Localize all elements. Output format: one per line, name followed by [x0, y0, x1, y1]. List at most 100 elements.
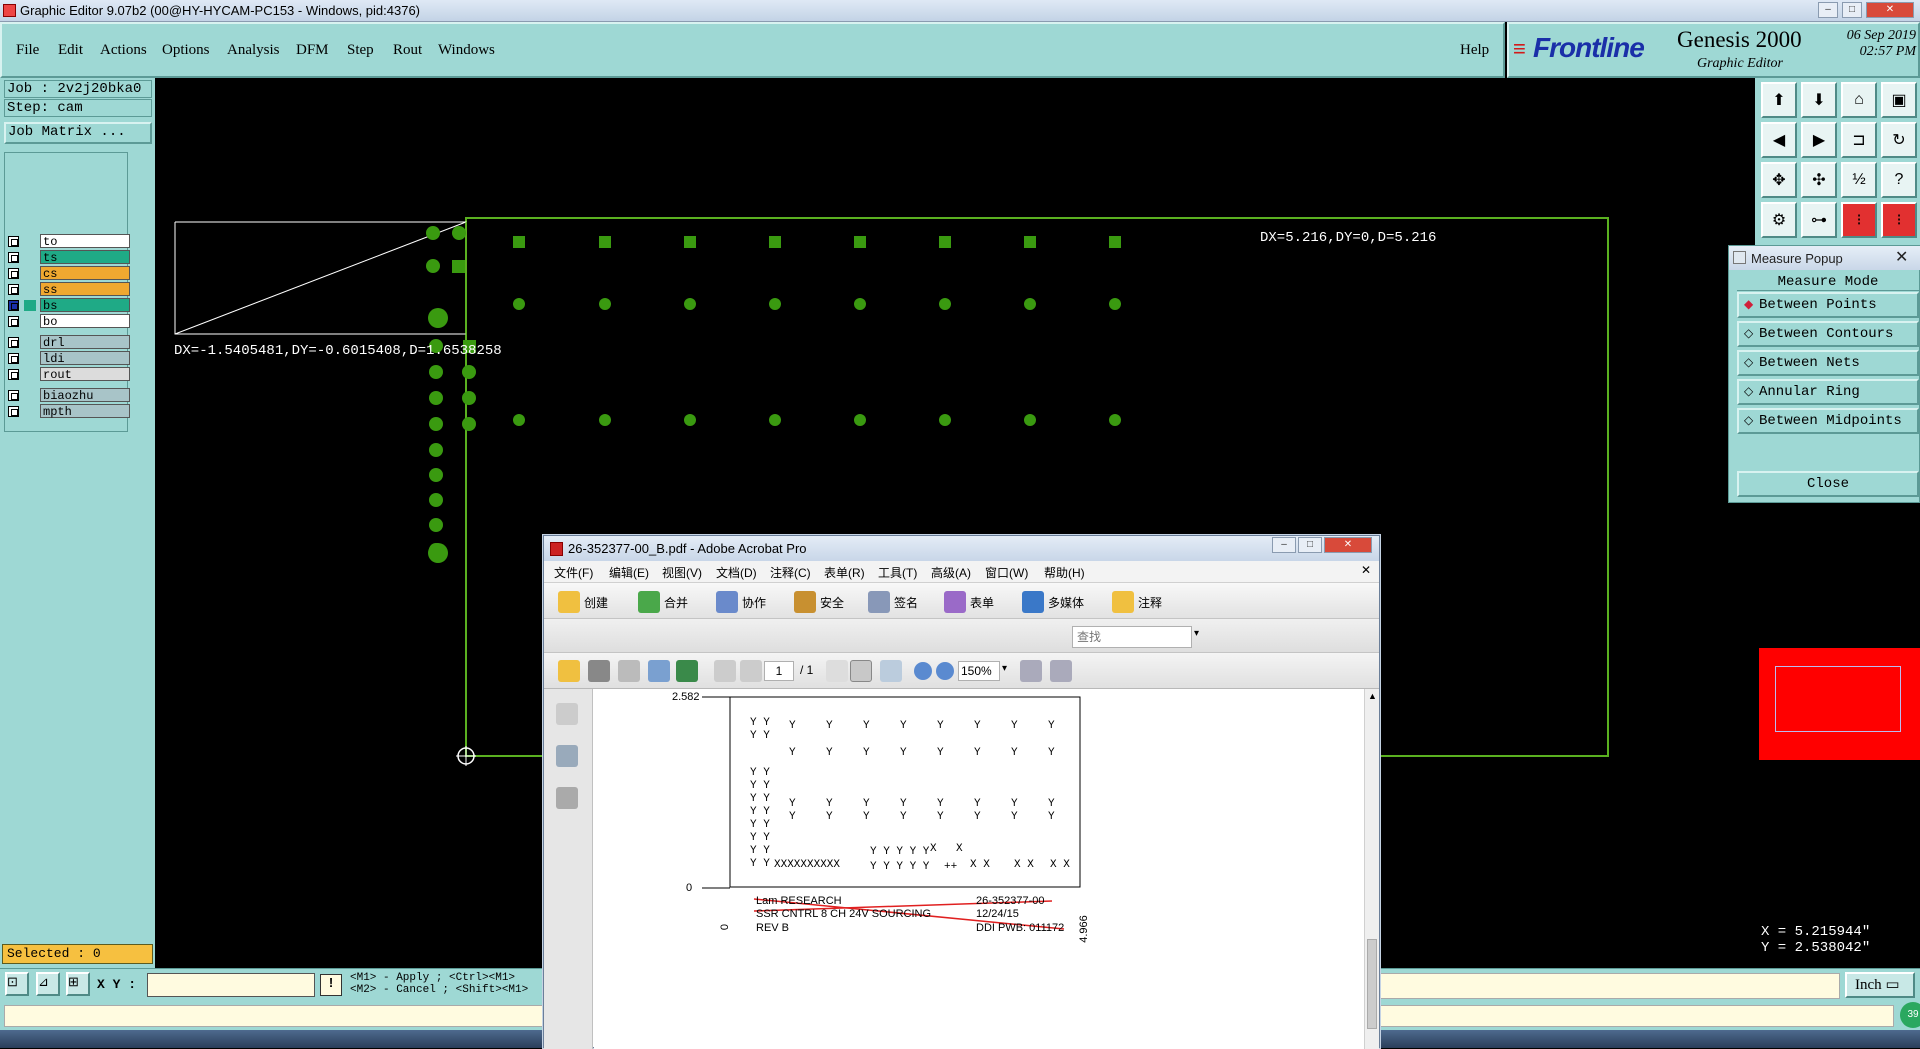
option-between-midpoints[interactable]: ◇ Between Midpoints [1737, 408, 1919, 434]
scroll-up-icon[interactable]: ▲ [1368, 691, 1377, 701]
layer-red-icon[interactable]: ⁝ [1841, 202, 1877, 238]
layer-row-cs[interactable]: cs [8, 266, 130, 281]
menu-help[interactable]: Help [1460, 42, 1489, 59]
probe-icon[interactable]: ⊶ [1801, 202, 1837, 238]
zoom-input[interactable] [958, 661, 1000, 681]
save-icon[interactable] [618, 660, 640, 682]
pan-left-icon[interactable]: ◀ [1761, 122, 1797, 158]
job-matrix-button[interactable]: Job Matrix ... [4, 122, 152, 144]
layer-checkbox[interactable] [8, 284, 19, 295]
search-dropdown-icon[interactable]: ▾ [1194, 628, 1199, 639]
acrobat-minimize-button[interactable]: – [1272, 537, 1296, 553]
page-up-icon[interactable] [714, 660, 736, 682]
acro-menu-document[interactable]: 文档(D) [716, 564, 757, 581]
menu-actions[interactable]: Actions [100, 42, 147, 59]
menu-dfm[interactable]: DFM [296, 42, 329, 59]
menu-options[interactable]: Options [162, 42, 210, 59]
option-between-nets[interactable]: ◇ Between Nets [1737, 350, 1919, 376]
option-annular-ring[interactable]: ◇ Annular Ring [1737, 379, 1919, 405]
pdf-scrollbar[interactable]: ▲ [1364, 689, 1379, 1049]
split-view-icon[interactable]: ▣ [1881, 82, 1917, 118]
close-icon[interactable]: ✕ [1895, 247, 1908, 267]
scroll-thumb[interactable] [1367, 939, 1377, 1029]
redraw-icon[interactable]: ↻ [1881, 122, 1917, 158]
acro-menu-file[interactable]: 文件(F) [554, 564, 593, 581]
menu-file[interactable]: File [16, 42, 39, 59]
acrobat-titlebar[interactable]: 26-352377-00_B.pdf - Adobe Acrobat Pro –… [544, 536, 1379, 561]
signatures-icon[interactable] [556, 787, 578, 809]
layer-row-bs[interactable]: bs [8, 298, 130, 313]
layer-row-to[interactable]: to [8, 234, 130, 249]
drill-icon[interactable]: ⚙ [1761, 202, 1797, 238]
print-icon[interactable] [588, 660, 610, 682]
layer-checkbox[interactable] [8, 369, 19, 380]
pages-icon[interactable] [556, 703, 578, 725]
overview-map[interactable] [1759, 648, 1920, 760]
zoom-out-icon[interactable] [914, 662, 932, 680]
hand-tool-icon[interactable] [850, 660, 872, 682]
info-icon[interactable]: ! [320, 974, 342, 996]
zoom-tool-icon[interactable] [880, 660, 902, 682]
zoom-out-icon[interactable]: ⬇ [1801, 82, 1837, 118]
acro-menu-advanced[interactable]: 高级(A) [931, 564, 971, 581]
menu-analysis[interactable]: Analysis [227, 42, 280, 59]
layer-row-biaozhu[interactable]: biaozhu [8, 388, 130, 403]
tool-combine[interactable]: 合并 [664, 594, 688, 611]
page-number-input[interactable] [764, 661, 794, 681]
acro-menu-forms[interactable]: 表单(R) [824, 564, 865, 581]
acrobat-maximize-button[interactable]: □ [1298, 537, 1322, 553]
maximize-button[interactable]: □ [1842, 2, 1862, 18]
layer-row-ldi[interactable]: ldi [8, 351, 130, 366]
close-window-button[interactable]: ✕ [1866, 2, 1914, 18]
email-icon[interactable] [648, 660, 670, 682]
notification-badge-icon[interactable]: 39 [1900, 1002, 1920, 1028]
snap-icon[interactable]: ⊡ [5, 972, 29, 996]
acro-menu-tools[interactable]: 工具(T) [878, 564, 917, 581]
acro-menu-help[interactable]: 帮助(H) [1044, 564, 1085, 581]
fit-page-icon[interactable] [1020, 660, 1042, 682]
acro-menu-edit[interactable]: 编辑(E) [609, 564, 649, 581]
layer-checkbox[interactable] [8, 316, 19, 327]
layer-red-icon-2[interactable]: ⁝ [1881, 202, 1917, 238]
layer-row-ss[interactable]: ss [8, 282, 130, 297]
pan-right-icon[interactable]: ▶ [1801, 122, 1837, 158]
layer-row-rout[interactable]: rout [8, 367, 130, 382]
xy-input[interactable] [147, 973, 315, 997]
layer-checkbox[interactable] [8, 268, 19, 279]
tool-security[interactable]: 安全 [820, 594, 844, 611]
tool-create[interactable]: 创建 [584, 594, 608, 611]
center-icon[interactable]: ✣ [1801, 162, 1837, 198]
layer-checkbox[interactable] [8, 337, 19, 348]
layer-checkbox[interactable] [8, 236, 19, 247]
acro-doc-close-icon[interactable]: ✕ [1361, 563, 1371, 577]
layer-checkbox[interactable] [8, 300, 19, 311]
menu-rout[interactable]: Rout [393, 42, 422, 59]
units-selector[interactable]: Inch ▭ [1845, 972, 1915, 998]
layer-row-mpth[interactable]: mpth [8, 404, 130, 419]
tool-collaborate[interactable]: 协作 [742, 594, 766, 611]
scale-icon[interactable]: ½ [1841, 162, 1877, 198]
acro-menu-comments[interactable]: 注释(C) [770, 564, 811, 581]
layer-checkbox[interactable] [8, 406, 19, 417]
acro-menu-view[interactable]: 视图(V) [662, 564, 702, 581]
option-between-points[interactable]: ◆ Between Points [1737, 292, 1919, 318]
layer-checkbox[interactable] [8, 252, 19, 263]
tool-comment[interactable]: 注释 [1138, 594, 1162, 611]
menu-edit[interactable]: Edit [58, 42, 83, 59]
layer-checkbox[interactable] [8, 353, 19, 364]
search-input[interactable] [1072, 626, 1192, 648]
web-icon[interactable] [676, 660, 698, 682]
menu-windows[interactable]: Windows [438, 42, 495, 59]
page-down-icon[interactable] [740, 660, 762, 682]
snap-icon[interactable]: ⊐ [1841, 122, 1877, 158]
grid-icon[interactable]: ⊞ [66, 972, 90, 996]
open-folder-icon[interactable] [558, 660, 580, 682]
menu-step[interactable]: Step [347, 42, 374, 59]
measure-popup-titlebar[interactable]: Measure Popup ✕ [1729, 246, 1920, 270]
zoom-in-icon[interactable]: ⬆ [1761, 82, 1797, 118]
tool-forms[interactable]: 表单 [970, 594, 994, 611]
fit-screen-icon[interactable]: ✥ [1761, 162, 1797, 198]
home-icon[interactable]: ⌂ [1841, 82, 1877, 118]
minimize-button[interactable]: – [1818, 2, 1838, 18]
layer-row-drl[interactable]: drl [8, 335, 130, 350]
